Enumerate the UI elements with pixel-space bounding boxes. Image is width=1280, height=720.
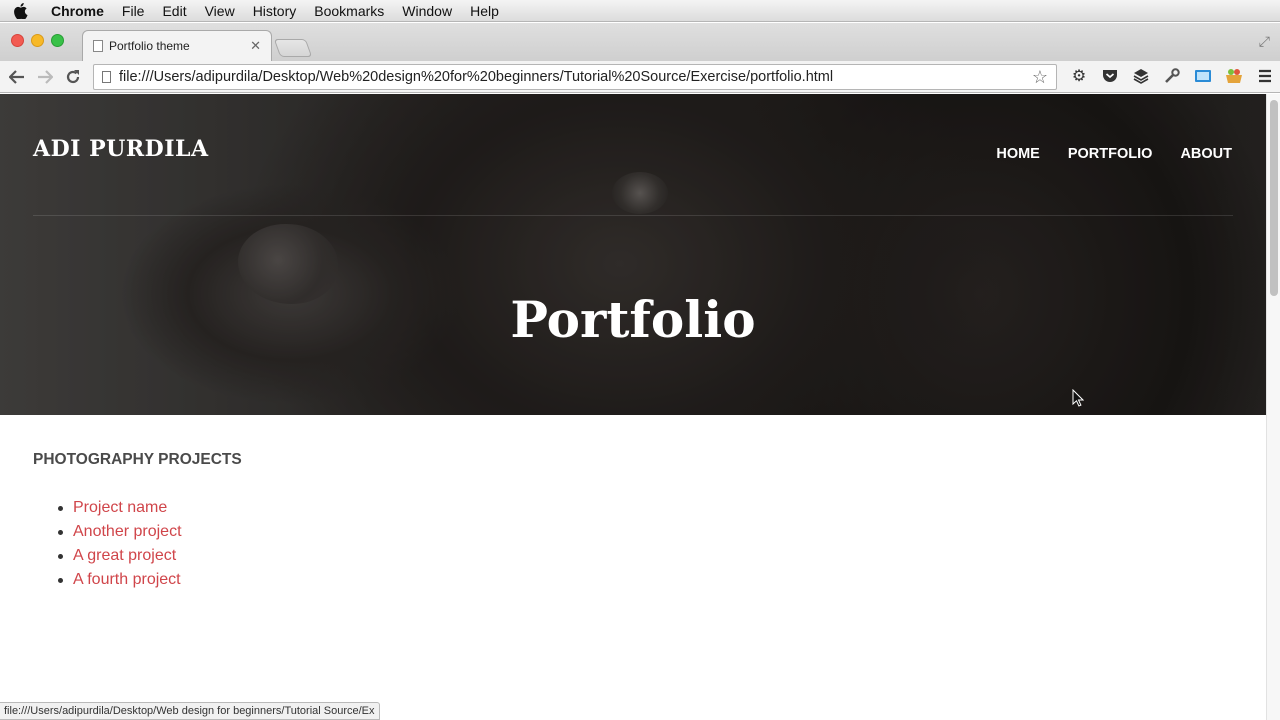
- page-title: Portfolio: [510, 290, 756, 349]
- bullet-icon: [58, 529, 63, 535]
- tab-close-icon[interactable]: ✕: [250, 38, 261, 54]
- new-tab-button[interactable]: [273, 39, 313, 57]
- menu-view[interactable]: View: [196, 0, 244, 22]
- bullet-icon: [58, 553, 63, 559]
- window-zoom-button[interactable]: [51, 34, 64, 47]
- pocket-icon[interactable]: [1099, 65, 1121, 87]
- browser-tab[interactable]: Portfolio theme ✕: [82, 30, 272, 61]
- list-item: A great project: [58, 544, 182, 568]
- project-link[interactable]: A fourth project: [73, 571, 181, 589]
- section-heading: PHOTOGRAPHY PROJECTS: [33, 451, 242, 468]
- nav-portfolio-link[interactable]: PORTFOLIO: [1068, 146, 1153, 162]
- window-minimize-button[interactable]: [31, 34, 44, 47]
- tab-strip: Portfolio theme ✕ ⤢: [0, 23, 1280, 61]
- hero-banner: ADI PURDILA HOME PORTFOLIO ABOUT Portfol…: [0, 94, 1266, 415]
- nav-home-link[interactable]: HOME: [996, 146, 1040, 162]
- basket-extension-icon[interactable]: [1223, 65, 1245, 87]
- scrollbar-thumb[interactable]: [1270, 100, 1278, 296]
- menu-edit[interactable]: Edit: [153, 0, 195, 22]
- browser-toolbar: file:///Users/adipurdila/Desktop/Web%20d…: [0, 61, 1280, 93]
- reload-button[interactable]: [59, 63, 87, 91]
- bullet-icon: [58, 505, 63, 511]
- project-link[interactable]: A great project: [73, 547, 176, 565]
- list-item: Project name: [58, 496, 182, 520]
- page-icon: [102, 71, 111, 83]
- nav-about-link[interactable]: ABOUT: [1180, 146, 1232, 162]
- menu-help[interactable]: Help: [461, 0, 508, 22]
- document-icon: [93, 40, 103, 52]
- fullscreen-icon[interactable]: ⤢: [1259, 33, 1270, 50]
- back-button[interactable]: [3, 63, 31, 91]
- page-scrollbar[interactable]: [1266, 94, 1280, 720]
- window-close-button[interactable]: [11, 34, 24, 47]
- screenshot-extension-icon[interactable]: [1192, 65, 1214, 87]
- menu-window[interactable]: Window: [393, 0, 461, 22]
- wrench-icon[interactable]: [1161, 65, 1183, 87]
- address-bar[interactable]: file:///Users/adipurdila/Desktop/Web%20d…: [93, 64, 1057, 90]
- site-nav: HOME PORTFOLIO ABOUT: [996, 146, 1232, 162]
- url-text[interactable]: file:///Users/adipurdila/Desktop/Web%20d…: [119, 69, 1032, 85]
- menu-bookmarks[interactable]: Bookmarks: [305, 0, 393, 22]
- hero-divider: [33, 215, 1233, 216]
- apple-menu-icon[interactable]: [0, 0, 42, 22]
- macos-menubar: Chrome File Edit View History Bookmarks …: [0, 0, 1280, 22]
- site-brand-logo[interactable]: ADI PURDILA: [33, 136, 209, 162]
- menu-history[interactable]: History: [244, 0, 306, 22]
- menu-app-chrome[interactable]: Chrome: [42, 0, 113, 22]
- chrome-menu-icon[interactable]: [1254, 65, 1276, 87]
- layers-icon[interactable]: [1130, 65, 1152, 87]
- project-link[interactable]: Another project: [73, 523, 182, 541]
- tab-title: Portfolio theme: [109, 39, 190, 53]
- settings-gear-icon[interactable]: ⚙: [1068, 65, 1090, 87]
- menu-file[interactable]: File: [113, 0, 154, 22]
- project-list: Project name Another project A great pro…: [58, 496, 182, 592]
- list-item: A fourth project: [58, 568, 182, 592]
- bookmark-star-icon[interactable]: ☆: [1032, 67, 1048, 88]
- forward-button[interactable]: [31, 63, 59, 91]
- project-link[interactable]: Project name: [73, 499, 167, 517]
- link-status-bubble: file:///Users/adipurdila/Desktop/Web des…: [0, 702, 380, 720]
- bullet-icon: [58, 577, 63, 583]
- mouse-cursor-icon: [1072, 389, 1084, 407]
- page-viewport: ADI PURDILA HOME PORTFOLIO ABOUT Portfol…: [0, 94, 1266, 720]
- list-item: Another project: [58, 520, 182, 544]
